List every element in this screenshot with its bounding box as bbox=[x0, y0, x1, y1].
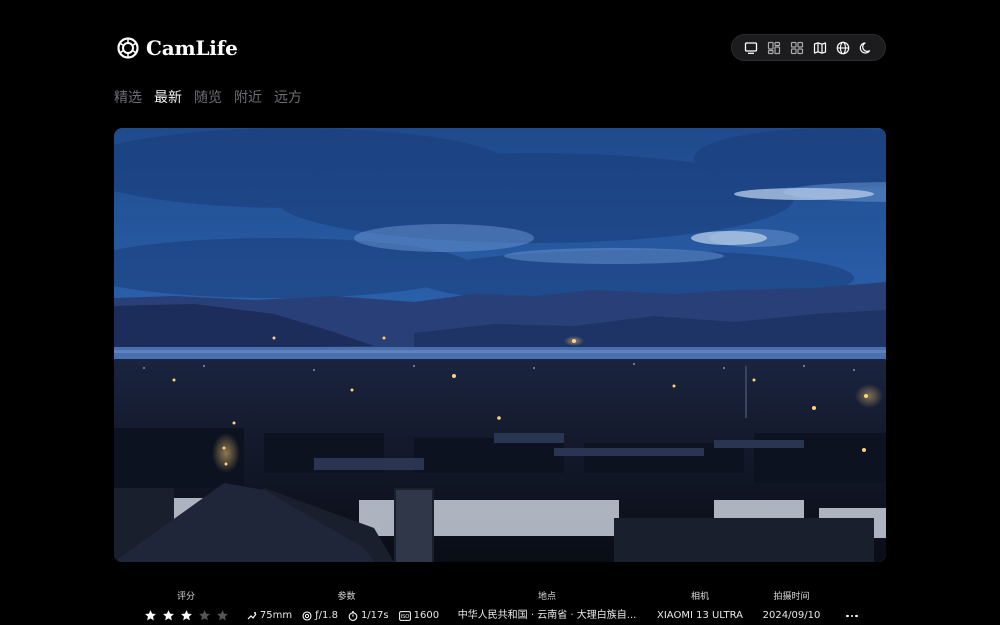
aperture: ƒ/1.8 bbox=[302, 609, 338, 623]
star-filled-icon[interactable] bbox=[180, 609, 193, 622]
iso-value: 1600 bbox=[413, 610, 440, 621]
header: CamLife bbox=[114, 34, 886, 62]
tab-faraway[interactable]: 远方 bbox=[274, 88, 302, 108]
tab-featured[interactable]: 精选 bbox=[114, 88, 142, 108]
date-label: 拍摄时间 bbox=[773, 592, 810, 602]
params-section: 参数 75mm ƒ/1.8 1/17s ISO 1600 bbox=[244, 590, 449, 623]
dark-mode-moon-icon[interactable] bbox=[857, 39, 875, 57]
shutter-value: 1/17s bbox=[360, 610, 389, 621]
rating-section: 评分 bbox=[134, 590, 238, 622]
location-section: 地点 中华人民共和国 · 云南省 · 大理白族自... bbox=[454, 590, 640, 623]
focal-length: 75mm bbox=[247, 609, 292, 623]
params-label: 参数 bbox=[337, 592, 356, 602]
aperture-icon bbox=[302, 611, 312, 621]
params-values: 75mm ƒ/1.8 1/17s ISO 1600 bbox=[244, 609, 449, 623]
star-empty-icon[interactable] bbox=[198, 609, 211, 622]
lens-icon bbox=[247, 612, 257, 620]
star-filled-icon[interactable] bbox=[144, 609, 157, 622]
tab-latest[interactable]: 最新 bbox=[154, 88, 182, 108]
view-toolbar bbox=[731, 34, 886, 61]
camera-label: 相机 bbox=[690, 592, 709, 602]
aperture-value: ƒ/1.8 bbox=[315, 610, 338, 621]
more-options-icon[interactable] bbox=[844, 610, 860, 622]
map-icon[interactable] bbox=[811, 39, 829, 57]
rating-label: 评分 bbox=[176, 592, 195, 602]
camlife-logo-icon[interactable] bbox=[117, 37, 139, 59]
location-label: 地点 bbox=[537, 592, 556, 602]
camera-section: 相机 XIAOMI 13 ULTRA bbox=[650, 590, 750, 623]
shutter: 1/17s bbox=[348, 609, 389, 623]
focal-length-value: 75mm bbox=[259, 610, 293, 621]
tab-nearby[interactable]: 附近 bbox=[234, 88, 262, 108]
rating-stars[interactable] bbox=[134, 609, 238, 622]
camera-value[interactable]: XIAOMI 13 ULTRA bbox=[650, 609, 750, 623]
timer-icon bbox=[348, 611, 358, 621]
featured-photo[interactable] bbox=[114, 128, 886, 562]
waterfall-view-icon[interactable] bbox=[765, 39, 783, 57]
photo-info-bar: 评分 参数 75mm ƒ/1.8 1/17s ISO 1600 地点 中华人民共… bbox=[114, 590, 886, 625]
location-value[interactable]: 中华人民共和国 · 云南省 · 大理白族自... bbox=[454, 609, 640, 623]
single-view-icon[interactable] bbox=[742, 39, 760, 57]
iso-icon: ISO bbox=[398, 611, 411, 621]
tab-browse[interactable]: 随览 bbox=[194, 88, 222, 108]
globe-icon[interactable] bbox=[834, 39, 852, 57]
iso: ISO 1600 bbox=[398, 609, 440, 623]
date-value: 2024/09/10 bbox=[762, 610, 821, 621]
brand-name[interactable]: CamLife bbox=[146, 35, 238, 61]
svg-text:ISO: ISO bbox=[400, 614, 409, 620]
grid-view-icon[interactable] bbox=[788, 39, 806, 57]
category-tabs: 精选 最新 随览 附近 远方 bbox=[114, 88, 302, 108]
date-section: 拍摄时间 2024/09/10 bbox=[754, 590, 829, 623]
star-empty-icon[interactable] bbox=[216, 609, 229, 622]
star-filled-icon[interactable] bbox=[162, 609, 175, 622]
